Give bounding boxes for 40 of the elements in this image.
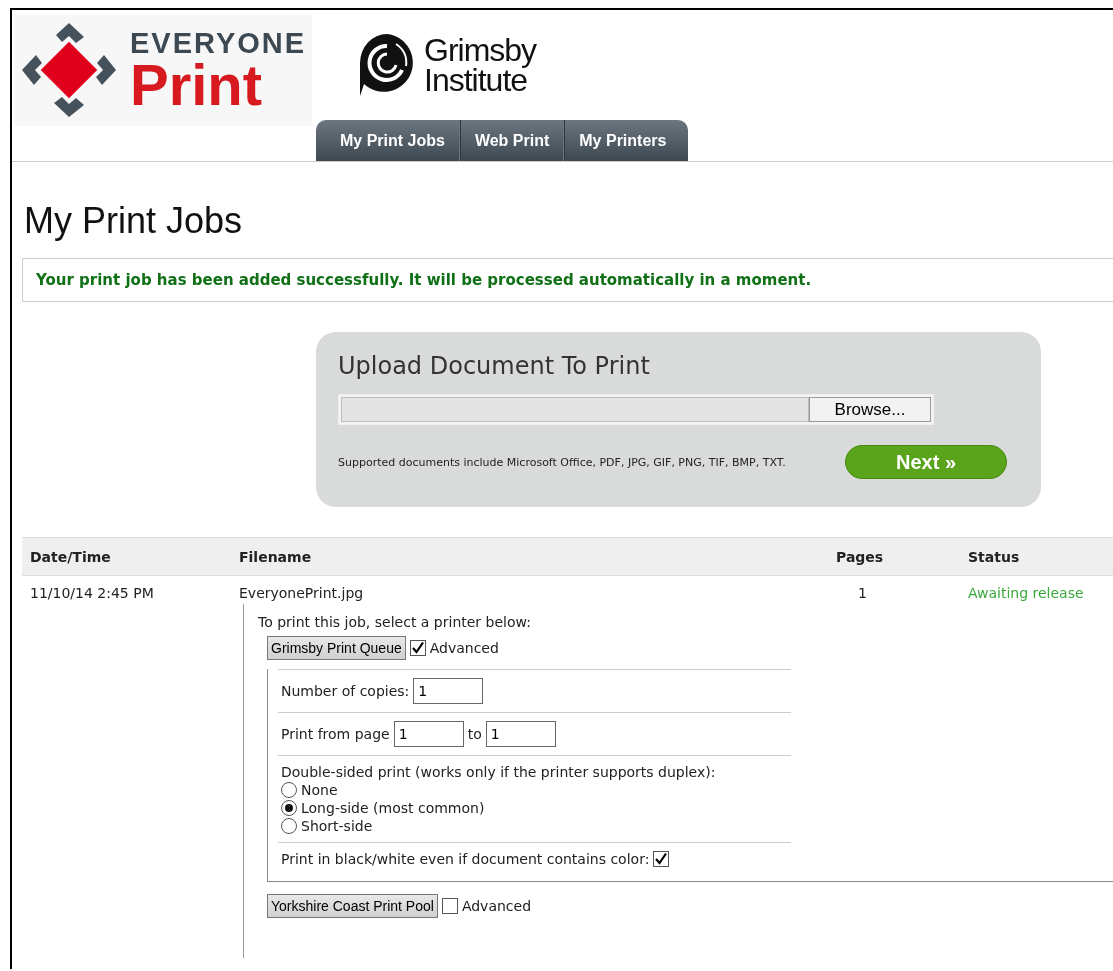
to-label: to xyxy=(467,726,482,742)
page-range-label: Print from page xyxy=(281,726,390,742)
mono-label: Print in black/white even if document contains color: xyxy=(281,851,650,867)
checkbox[interactable] xyxy=(653,851,670,867)
radio-button[interactable] xyxy=(281,782,297,798)
column-header: Status xyxy=(968,548,1021,565)
printer-button[interactable]: Grimsby Print Queue xyxy=(267,636,406,660)
table-cell-text: 1 xyxy=(857,585,868,601)
copies-label: Number of copies: xyxy=(281,683,410,699)
column-header: Filename xyxy=(239,548,313,565)
logo-text: Print xyxy=(130,58,263,112)
checkbox[interactable] xyxy=(441,898,458,914)
instruction-text: To print this job, select a printer below: xyxy=(258,614,532,630)
radio-label: Long-side (most common) xyxy=(301,800,485,816)
page-title: My Print Jobs xyxy=(24,200,244,242)
duplex-label: Double-sided print (works only if the printer supports duplex): xyxy=(281,764,716,780)
from-page-field[interactable]: 1 xyxy=(393,721,464,747)
success-message: Your print job has been added successfully. It will be processed automatically in a moment. xyxy=(22,258,1113,302)
radio-label: None xyxy=(301,782,338,798)
table-cell-text: 11/10/14 2:45 PM xyxy=(30,585,155,601)
logo-text: EVERYONE xyxy=(130,28,307,58)
radio-button[interactable] xyxy=(281,818,297,834)
checkbox[interactable] xyxy=(409,640,426,656)
table-cell-text: EveryonePrint.jpg xyxy=(239,585,365,601)
printer-button[interactable]: Yorkshire Coast Print Pool xyxy=(267,894,438,918)
checkbox-label: Advanced xyxy=(429,640,499,656)
status-cell-text: Awaiting release xyxy=(968,585,1085,601)
upload-title: Upload Document To Print xyxy=(338,352,651,380)
radio-button[interactable] xyxy=(281,800,297,816)
checkbox-label: Advanced xyxy=(461,898,532,914)
column-header: Date/Time xyxy=(30,548,112,565)
supported-formats-note: Supported documents include Microsoft Office, PDF, JPG, GIF, PNG, TIF, BMP, TXT. xyxy=(338,455,787,469)
browse-button[interactable]: Browse... xyxy=(809,397,931,422)
to-page-field[interactable]: 1 xyxy=(485,721,556,747)
nav-tab[interactable]: Web Print xyxy=(459,120,565,161)
file-field[interactable]: Browse... xyxy=(338,394,934,425)
nav-tab[interactable]: My Print Jobs xyxy=(316,120,460,161)
column-header: Pages xyxy=(836,548,885,565)
copies-field[interactable]: 1 xyxy=(413,678,484,704)
radio-label: Short-side xyxy=(301,818,373,834)
